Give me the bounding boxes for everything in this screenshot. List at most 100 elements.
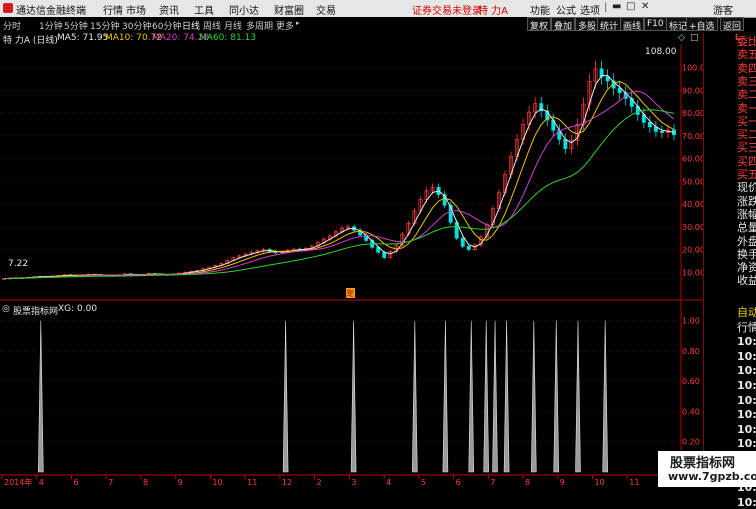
- quote-field-label: 总量: [737, 221, 756, 235]
- period-15min[interactable]: 15分钟: [90, 19, 119, 32]
- indicator-spikes: [37, 320, 609, 473]
- price-tick-label: 20.00: [682, 246, 703, 255]
- multi-stock-button[interactable]: 多股: [575, 17, 600, 32]
- indicator-tick-label: 0.60: [682, 377, 700, 386]
- candle-body: [563, 138, 568, 149]
- date-tick-label: 7: [108, 478, 113, 487]
- legend-ma60: MA60: 81.13: [199, 33, 257, 43]
- back-button[interactable]: 返回: [720, 17, 745, 32]
- menu-hangqing[interactable]: 行情: [103, 2, 123, 17]
- menu-shichang[interactable]: 市场: [126, 2, 146, 17]
- period-60min[interactable]: 60分钟: [152, 19, 181, 32]
- trade-status[interactable]: 证券交易未登录: [412, 2, 482, 17]
- menu-gongneng[interactable]: 功能: [530, 2, 550, 17]
- ma10-line: [3, 80, 675, 280]
- period-30min[interactable]: 30分钟: [122, 19, 151, 32]
- indicator-tick-label: 0.20: [682, 438, 700, 447]
- quote-field-label: 卖二: [737, 88, 756, 102]
- settings-icon[interactable]: ◇: [678, 33, 685, 43]
- period-1min[interactable]: 1分钟: [39, 19, 63, 32]
- auto-refresh-label[interactable]: 自动: [737, 306, 756, 319]
- date-tick-label: 10: [595, 478, 605, 487]
- menu-xuanxiang[interactable]: 选项: [580, 2, 600, 17]
- candle-body: [647, 121, 652, 128]
- indicator-tick-label: 1.00: [682, 317, 700, 326]
- watermark-url: www.7gpzb.com: [668, 470, 756, 483]
- indicator-axis: 0.20 0.40 0.60 0.80 1.00: [682, 317, 700, 447]
- tick-time-label: 10:4: [737, 379, 756, 392]
- indicator-toggle-icon[interactable]: ◎: [2, 304, 10, 314]
- indicator-tick-label: 0.40: [682, 407, 700, 416]
- quote-field-label: 涨幅: [737, 207, 756, 221]
- watermark-title: 股票指标网: [670, 456, 736, 471]
- menu-jiaoyi[interactable]: 交易: [316, 2, 336, 17]
- quote-field-label: 外盘: [737, 234, 756, 248]
- period-toolbar: 分时 1分钟 5分钟 15分钟 30分钟 60分钟 日线 周线 月线 多周期 更…: [0, 17, 712, 32]
- signal-spike: [492, 320, 498, 473]
- tick-time-label: 10:4: [737, 437, 756, 451]
- ma-legend: 特 力A (日线) MA5: 71.95 MA10: 70.72 MA20: 7…: [0, 33, 712, 46]
- signal-spike: [483, 320, 490, 473]
- overlay-button[interactable]: 叠加: [551, 17, 576, 32]
- period-multi[interactable]: 多周期: [246, 19, 273, 32]
- more-chevron-icon[interactable]: ▸: [296, 19, 300, 27]
- date-tick-label: 6: [73, 478, 78, 487]
- fuquan-button[interactable]: 复权: [527, 17, 552, 32]
- stats-button[interactable]: 统计: [597, 17, 622, 32]
- quote-field-label: 买一: [737, 114, 756, 128]
- tick-time-label: 10:4: [737, 349, 756, 363]
- maximize-icon[interactable]: □: [626, 1, 635, 12]
- tick-time-label: 10:4: [737, 335, 756, 349]
- quote-field-label: 卖一: [737, 101, 756, 115]
- period-fenshi[interactable]: 分时: [3, 19, 21, 32]
- signal-spike: [442, 320, 449, 473]
- price-tick-label: 80.00: [682, 109, 703, 118]
- quote-field-label: 涨跌: [737, 194, 756, 208]
- candle-body: [659, 131, 664, 133]
- tick-time-label: 10:4: [737, 364, 756, 378]
- period-weekly[interactable]: 周线: [203, 19, 221, 32]
- candle-body: [466, 246, 471, 250]
- price-tick-label: 10.00: [682, 268, 703, 277]
- add-favorite-button[interactable]: +自选: [686, 17, 718, 32]
- period-monthly[interactable]: 月线: [224, 19, 242, 32]
- date-tick-label: 8: [525, 478, 530, 487]
- price-tick-label: 30.00: [682, 223, 703, 232]
- app-logo-icon: [3, 3, 13, 13]
- draw-line-button[interactable]: 画线: [620, 17, 645, 32]
- tick-time-label[interactable]: 行情: [737, 321, 756, 334]
- menu-caifuquan[interactable]: 财富圈: [274, 2, 304, 17]
- date-tick-label: 4: [39, 478, 44, 487]
- price-tick-label: 40.00: [682, 200, 703, 209]
- period-more[interactable]: 更多: [276, 19, 294, 32]
- period-5min[interactable]: 5分钟: [64, 19, 88, 32]
- date-tick-label: 11: [629, 478, 639, 487]
- signal-spike: [350, 320, 357, 473]
- indicator-title[interactable]: 股票指标网: [13, 304, 58, 317]
- date-tick-label: 11: [247, 478, 257, 487]
- title-bar: 通达信金融终端 行情 市场 资讯 工具 同小达 财富圈 交易 证券交易未登录 特…: [0, 0, 756, 18]
- date-tick-label: 10: [212, 478, 222, 487]
- tick-time-label: 10:4: [737, 495, 756, 509]
- kline-chart[interactable]: 10.00 20.00 30.00 40.00 50.00 60.00 70.00 80.00…: [0, 45, 703, 487]
- separator-icon: |: [604, 2, 608, 13]
- f10-button[interactable]: F10: [644, 17, 667, 31]
- date-tick-label: 5: [421, 478, 426, 487]
- guest-label[interactable]: 游客: [713, 2, 733, 17]
- price-tick-label: 60.00: [682, 155, 703, 164]
- minimize-icon[interactable]: ▬: [612, 1, 621, 12]
- indicator-grid: [0, 320, 686, 443]
- menu-zixun[interactable]: 资讯: [159, 2, 179, 17]
- signal-spike: [575, 320, 581, 473]
- event-marker-label[interactable]: 宠: [346, 288, 354, 298]
- period-daily[interactable]: 日线: [182, 19, 200, 32]
- menu-tongxiaoda[interactable]: 同小达: [229, 2, 259, 17]
- quote-field-label: 收益: [737, 274, 756, 288]
- menu-gongju[interactable]: 工具: [194, 2, 214, 17]
- menu-gongshi[interactable]: 公式: [556, 2, 576, 17]
- expand-icon[interactable]: □: [690, 33, 699, 43]
- close-icon[interactable]: ✕: [641, 1, 649, 12]
- date-tick-label: 7: [490, 478, 495, 487]
- ma5-line: [3, 74, 675, 280]
- quote-field-label: 买四: [737, 154, 756, 168]
